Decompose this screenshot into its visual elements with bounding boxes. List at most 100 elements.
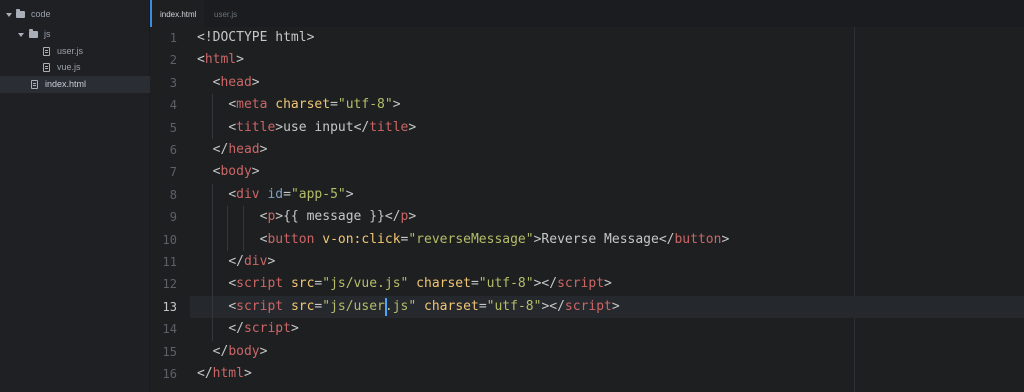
line-number: 8 bbox=[169, 187, 177, 202]
code-token: </ bbox=[212, 142, 229, 157]
tree-label: user.js bbox=[57, 46, 84, 56]
code-token: "reverseMessage" bbox=[408, 231, 534, 247]
code-token: < bbox=[197, 52, 205, 68]
code-token: > bbox=[408, 119, 417, 135]
code-token: title bbox=[236, 119, 276, 135]
line-number: 14 bbox=[162, 322, 177, 337]
line-number: 12 bbox=[162, 277, 177, 292]
file-icon bbox=[43, 63, 50, 72]
code-token: <!DOCTYPE html> bbox=[197, 30, 315, 45]
line-number: 1 bbox=[169, 31, 177, 45]
code-line[interactable]: </div> bbox=[197, 251, 275, 273]
code-token: src bbox=[290, 276, 315, 292]
line-number: 2 bbox=[169, 53, 177, 68]
chevron-down-icon[interactable] bbox=[18, 33, 24, 37]
code-line[interactable]: </html> bbox=[197, 363, 252, 385]
code-token: < bbox=[228, 186, 237, 202]
code-token: html bbox=[204, 52, 237, 68]
tree-label: code bbox=[31, 9, 51, 19]
line-number: 4 bbox=[169, 98, 177, 113]
code-editor[interactable]: 1 2 3 4 5 6 7 8 9 10 11 12 13 14 15 16 <!DOCTYPE html> <… bbox=[150, 27, 1024, 392]
tab-index-html[interactable]: index.html bbox=[150, 0, 205, 27]
line-number: 5 bbox=[169, 120, 177, 135]
code-token: ></ bbox=[541, 298, 565, 314]
code-line[interactable]: </head> bbox=[197, 139, 268, 161]
code-token: {{ message }} bbox=[283, 209, 385, 225]
code-token: title bbox=[369, 119, 409, 135]
code-token: </ bbox=[197, 366, 213, 381]
tab-user-js[interactable]: user.js bbox=[206, 0, 245, 27]
tab-bar: index.html user.js bbox=[150, 0, 1024, 28]
code-token: > bbox=[408, 209, 417, 225]
code-token: > bbox=[604, 276, 612, 292]
line-number: 10 bbox=[162, 232, 177, 247]
code-token: < bbox=[228, 298, 237, 314]
file-tree-panel: code js user.js vue.js index.html bbox=[0, 0, 150, 392]
code-token: charset bbox=[424, 298, 479, 314]
code-line[interactable]: <script src="js/vue.js" charset="utf-8">… bbox=[197, 273, 612, 295]
code-line[interactable]: <script src="js/user.js" charset="utf-8"… bbox=[197, 296, 620, 318]
code-token: src bbox=[290, 298, 315, 314]
code-token: > bbox=[259, 343, 268, 359]
code-token: ></ bbox=[533, 276, 558, 292]
tree-label: index.html bbox=[45, 79, 87, 89]
code-line[interactable]: <body> bbox=[197, 161, 260, 183]
folder-icon bbox=[16, 9, 25, 18]
code-token: > bbox=[236, 52, 244, 68]
line-number: 15 bbox=[162, 344, 177, 359]
code-token: = bbox=[478, 298, 487, 314]
code-token: > bbox=[392, 97, 401, 113]
code-token: "js/user bbox=[322, 298, 385, 314]
code-token: "utf-8" bbox=[337, 97, 393, 113]
code-token: > bbox=[251, 74, 260, 90]
code-token: </ bbox=[228, 254, 244, 269]
code-token: "utf-8" bbox=[486, 298, 542, 314]
file-icon bbox=[43, 47, 50, 56]
code-token: "utf-8" bbox=[478, 276, 534, 292]
tree-file-user-js[interactable]: user.js bbox=[0, 43, 150, 60]
code-line[interactable]: <!DOCTYPE html> bbox=[197, 27, 314, 49]
code-token: > bbox=[721, 231, 730, 247]
code-line[interactable]: </body> bbox=[197, 341, 268, 363]
code-token: div bbox=[236, 186, 260, 202]
code-line[interactable]: <head> bbox=[197, 72, 260, 94]
line-number: 7 bbox=[169, 165, 177, 180]
code-token: </ bbox=[212, 343, 229, 359]
code-line[interactable]: <p>{{ message }}</p> bbox=[197, 206, 417, 228]
code-token: body bbox=[220, 164, 252, 180]
tree-folder-code[interactable]: code bbox=[0, 6, 150, 23]
tree-file-index-html[interactable]: index.html bbox=[0, 76, 150, 93]
chevron-down-icon[interactable] bbox=[6, 13, 12, 17]
line-number: 6 bbox=[169, 143, 177, 157]
code-token: head bbox=[220, 74, 252, 90]
code-line[interactable]: <title>use input</title> bbox=[197, 117, 416, 139]
tree-label: vue.js bbox=[57, 62, 81, 72]
code-token: script bbox=[236, 276, 284, 292]
code-line[interactable]: <button v-on:click="reverseMessage">Reve… bbox=[197, 229, 730, 251]
code-token: script bbox=[243, 321, 291, 337]
tree-folder-js[interactable]: js bbox=[0, 26, 150, 43]
code-token: > bbox=[251, 164, 260, 180]
code-token: html bbox=[212, 366, 244, 381]
code-line[interactable]: <html> bbox=[197, 49, 244, 71]
tree-file-vue-js[interactable]: vue.js bbox=[0, 59, 150, 76]
code-token: > bbox=[611, 298, 620, 314]
code-token: .js" bbox=[384, 298, 417, 314]
tree-label: js bbox=[44, 29, 51, 39]
code-token: > bbox=[290, 321, 299, 337]
code-line[interactable]: </script> bbox=[197, 318, 299, 340]
code-line[interactable]: <meta charset="utf-8"> bbox=[197, 94, 401, 116]
wrap-guide bbox=[854, 27, 855, 392]
code-token: = bbox=[283, 186, 291, 202]
code-line[interactable]: <div id="app-5"> bbox=[197, 184, 353, 206]
